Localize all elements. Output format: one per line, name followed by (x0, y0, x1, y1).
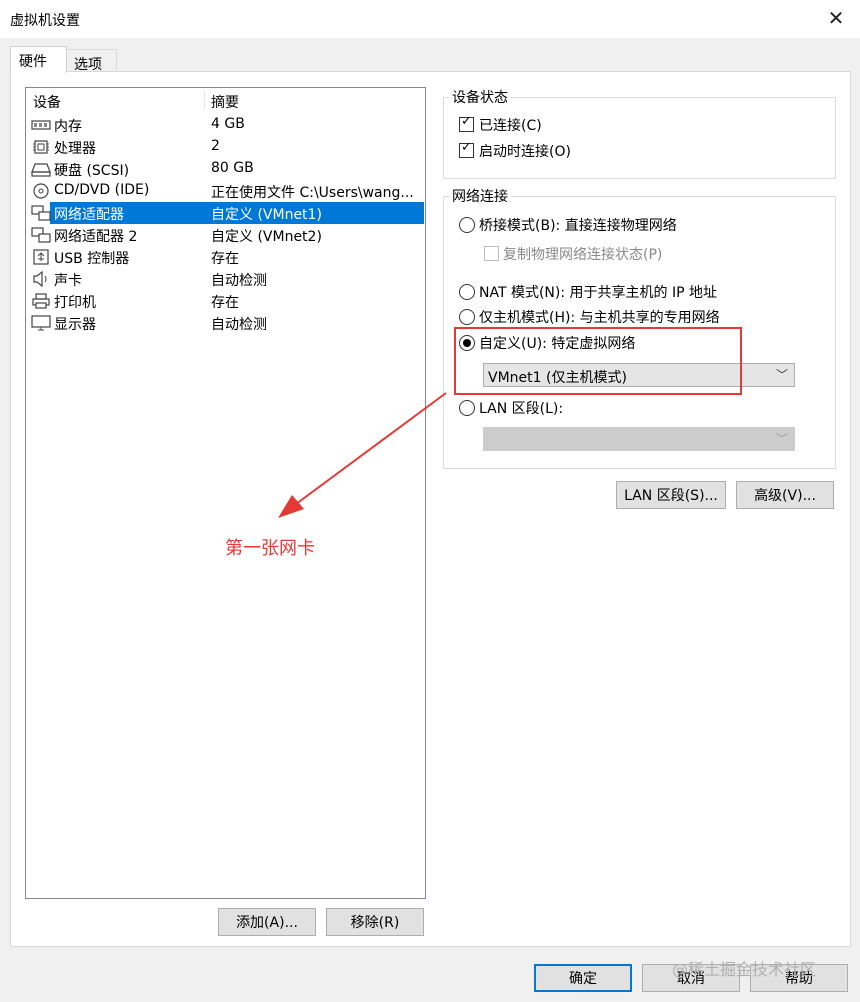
cd-dvd-icon (33, 183, 49, 199)
advanced-button[interactable]: 高级(V)... (736, 481, 834, 509)
header-summary[interactable]: 摘要 (211, 92, 239, 112)
device-name: 显示器 (54, 317, 96, 333)
device-row-memory[interactable]: 内存 4 GB (26, 114, 425, 136)
ok-button[interactable]: 确定 (534, 964, 632, 992)
device-summary: 80 GB (211, 160, 254, 176)
device-row-sound-card[interactable]: 声卡 自动检测 (26, 268, 425, 290)
nat-label[interactable]: NAT 模式(N): 用于共享主机的 IP 地址 (479, 282, 717, 302)
monitor-icon (31, 315, 51, 331)
device-row-network-adapter-2[interactable]: 网络适配器 2 自定义 (VMnet2) (26, 224, 425, 246)
device-row-display[interactable]: 显示器 自动检测 (26, 312, 425, 334)
network-adapter-icon (31, 227, 51, 243)
list-header: 设备 摘要 (26, 88, 425, 112)
device-row-network-adapter[interactable]: 网络适配器 自定义 (VMnet1) (26, 202, 425, 224)
checkmark-icon: ✓ (461, 140, 472, 155)
host-only-label[interactable]: 仅主机模式(H): 与主机共享的专用网络 (479, 307, 720, 327)
network-adapter-icon (31, 205, 51, 221)
network-connection-title: 网络连接 (449, 186, 511, 206)
watermark: @稀土掘金技术社区 (672, 960, 817, 979)
chevron-down-icon: ﹀ (775, 432, 788, 446)
lan-segment-select[interactable]: ﹀ (483, 427, 795, 451)
device-summary: 自定义 (VMnet1) (211, 207, 322, 223)
hard-disk-icon (31, 163, 51, 177)
window-title: 虚拟机设置 (10, 13, 80, 29)
device-status-title: 设备状态 (449, 87, 511, 107)
lan-segment-label[interactable]: LAN 区段(L): (479, 398, 563, 418)
remove-button[interactable]: 移除(R) (326, 908, 424, 936)
device-row-usb[interactable]: USB 控制器 存在 (26, 246, 425, 268)
device-summary: 正在使用文件 C:\Users\wang... (211, 185, 414, 201)
device-summary: 自动检测 (211, 273, 267, 289)
device-summary: 存在 (211, 251, 239, 267)
header-device[interactable]: 设备 (33, 92, 61, 112)
connected-label[interactable]: 已连接(C) (479, 115, 542, 135)
device-name: 内存 (54, 119, 82, 135)
connect-at-power-on-label[interactable]: 启动时连接(O) (479, 141, 571, 161)
memory-icon (31, 120, 51, 130)
connect-at-power-on-checkbox[interactable]: ✓ (459, 140, 474, 158)
replicate-checkbox[interactable] (484, 246, 499, 261)
device-name: 网络适配器 2 (54, 229, 138, 245)
annotation-highlight-box (454, 327, 742, 395)
device-name: 网络适配器 (54, 207, 124, 223)
printer-icon (32, 293, 50, 309)
device-summary: 4 GB (211, 116, 245, 132)
processor-icon (33, 140, 49, 154)
header-separator[interactable] (204, 90, 205, 110)
device-row-cd-dvd[interactable]: CD/DVD (IDE) 正在使用文件 C:\Users\wang... (26, 180, 425, 202)
annotation-arrow-icon (278, 392, 447, 518)
speaker-icon (33, 270, 47, 288)
close-icon[interactable]: ✕ (824, 6, 848, 30)
bridged-label[interactable]: 桥接模式(B): 直接连接物理网络 (479, 215, 677, 235)
device-name: 处理器 (54, 141, 96, 157)
device-row-printer[interactable]: 打印机 存在 (26, 290, 425, 312)
lan-segment-radio[interactable] (459, 400, 475, 416)
device-summary: 2 (211, 138, 220, 154)
device-summary: 自定义 (VMnet2) (211, 229, 322, 245)
replicate-label[interactable]: 复制物理网络连接状态(P) (503, 244, 662, 264)
title-bar: 虚拟机设置 ✕ (0, 0, 860, 38)
tab-hardware-label: 硬件 (19, 54, 47, 70)
bridged-radio[interactable] (459, 217, 475, 233)
nat-radio[interactable] (459, 284, 475, 300)
connected-checkbox[interactable]: ✓ (459, 114, 474, 132)
host-only-radio[interactable] (459, 309, 475, 325)
device-name: 打印机 (54, 295, 96, 311)
lan-segments-button[interactable]: LAN 区段(S)... (616, 481, 726, 509)
tab-hardware[interactable]: 硬件 (10, 46, 67, 73)
checkmark-icon: ✓ (461, 114, 472, 129)
device-summary: 自动检测 (211, 317, 267, 333)
device-row-processor[interactable]: 处理器 2 (26, 136, 425, 158)
device-status-group (443, 97, 836, 179)
tab-options[interactable]: 选项 (65, 49, 117, 73)
device-name: CD/DVD (IDE) (54, 182, 150, 198)
device-name: 声卡 (54, 273, 82, 289)
device-summary: 存在 (211, 295, 239, 311)
device-name: USB 控制器 (54, 251, 130, 267)
add-button[interactable]: 添加(A)... (218, 908, 316, 936)
device-name: 硬盘 (SCSI) (54, 163, 130, 179)
device-row-hard-disk[interactable]: 硬盘 (SCSI) 80 GB (26, 158, 425, 180)
usb-icon (33, 249, 49, 265)
chevron-down-icon: ﹀ (775, 368, 788, 382)
annotation-text: 第一张网卡 (225, 538, 315, 559)
